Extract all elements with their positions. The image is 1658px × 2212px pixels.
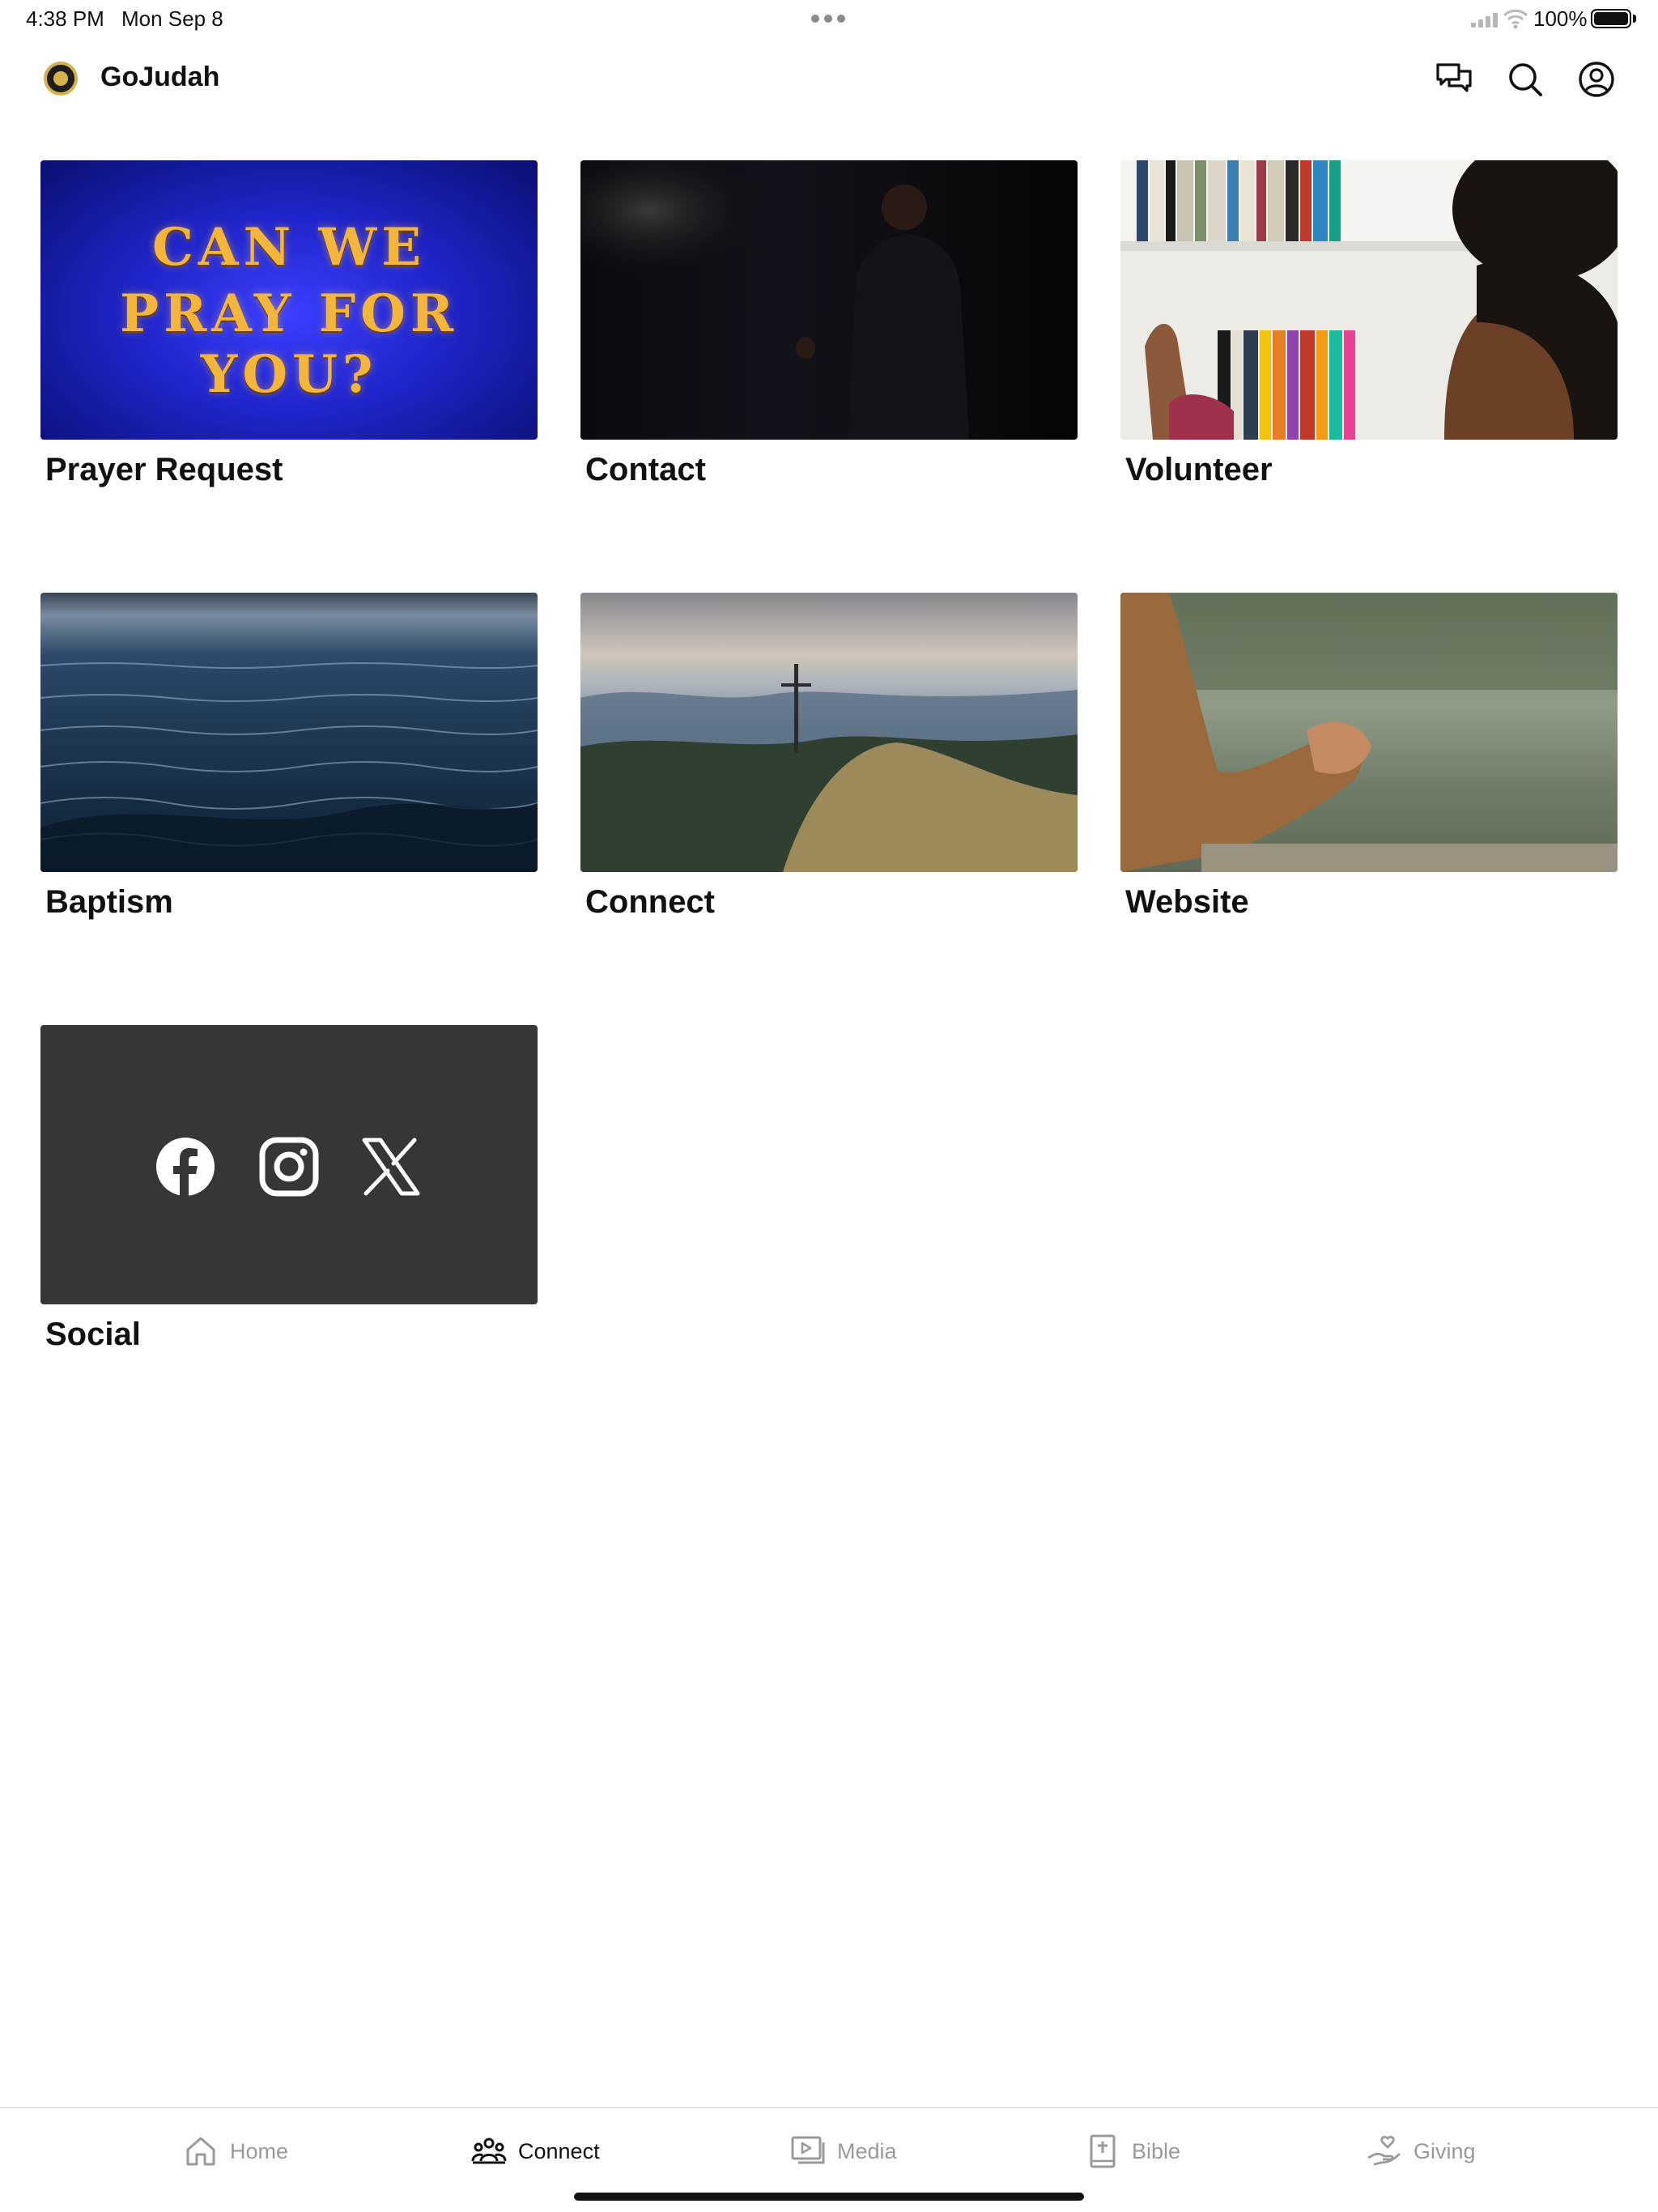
card-label: Volunteer [1125, 452, 1273, 487]
social-image [40, 1025, 538, 1304]
tab-bar: Home Connect Media Bible Giving [0, 2107, 1658, 2212]
app-header: GoJudah [0, 45, 1658, 112]
chat-icon[interactable] [1435, 60, 1473, 99]
profile-icon[interactable] [1577, 60, 1616, 99]
facebook-icon [156, 1138, 215, 1197]
prayer-image-text-line2: PRAY FOR YOU? [119, 283, 459, 405]
wifi-icon [1503, 9, 1528, 29]
status-bar: 4:38 PM Mon Sep 8 100% [0, 0, 1658, 39]
tab-home[interactable]: Home [183, 2131, 288, 2172]
tab-bible[interactable]: Bible [1085, 2131, 1180, 2172]
battery-icon [1591, 9, 1631, 28]
website-image [1120, 593, 1618, 872]
status-time: 4:38 PM [26, 6, 104, 31]
tab-media[interactable]: Media [790, 2131, 897, 2172]
tab-giving[interactable]: Giving [1367, 2131, 1476, 2172]
tab-label: Media [837, 2138, 897, 2163]
app-title: GoJudah [100, 62, 220, 92]
card-label: Social [45, 1317, 141, 1352]
multitasking-dots-icon[interactable] [811, 15, 845, 23]
volunteer-image [1120, 160, 1618, 440]
home-indicator[interactable] [574, 2193, 1084, 2201]
tab-label: Giving [1414, 2138, 1476, 2163]
card-label: Connect [585, 884, 715, 920]
prayer-image-text-line1: CAN WE [151, 217, 427, 278]
status-date: Mon Sep 8 [121, 6, 223, 31]
app-logo[interactable] [44, 62, 78, 96]
tab-label: Home [230, 2138, 289, 2163]
connect-image [580, 593, 1078, 872]
card-label: Baptism [45, 884, 173, 920]
tab-label: Bible [1132, 2138, 1181, 2163]
instagram-icon [259, 1137, 319, 1197]
tab-connect[interactable]: Connect [471, 2131, 600, 2172]
bible-icon [1090, 2134, 1116, 2168]
giving-icon [1367, 2135, 1401, 2166]
baptism-image [40, 593, 538, 872]
media-icon [791, 2136, 825, 2164]
prayer-request-image: CAN WE PRAY FOR YOU? [40, 160, 538, 440]
card-label: Contact [585, 452, 706, 487]
search-icon[interactable] [1506, 60, 1545, 99]
card-label: Website [1125, 884, 1249, 920]
home-icon [186, 2137, 215, 2166]
card-label: Prayer Request [45, 452, 283, 487]
people-icon [471, 2138, 507, 2164]
x-icon [362, 1138, 420, 1196]
contact-image [580, 160, 1078, 440]
battery-percent: 100% [1533, 6, 1588, 31]
cellular-signal-icon [1471, 11, 1498, 28]
tab-label: Connect [518, 2138, 600, 2163]
